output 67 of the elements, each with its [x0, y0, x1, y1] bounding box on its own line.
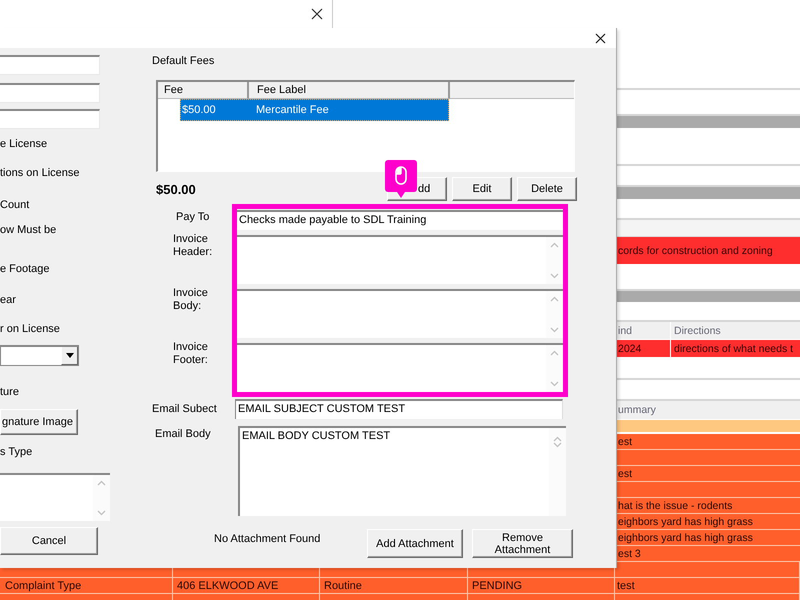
field-label: e License [0, 137, 48, 151]
field-label: e Footage [0, 262, 50, 276]
text-field[interactable] [0, 109, 100, 129]
table-cell-text: cords for construction and zoning [617, 244, 773, 258]
field-label: ow Must be [0, 223, 56, 237]
field-label: Count [0, 198, 30, 212]
chevron-down-icon [550, 273, 559, 279]
table-cell-text: est 3 [617, 546, 641, 561]
table-cell-text: hat is the issue - rodents [617, 498, 732, 513]
chevron-down-icon [553, 442, 562, 448]
chevron-down-icon [550, 327, 559, 333]
close-icon [311, 8, 323, 20]
dropdown[interactable] [0, 345, 79, 366]
chevron-up-icon [550, 242, 559, 248]
table-cell: PENDING [472, 580, 522, 592]
table-cell-text: eighbors yard has high grass [617, 514, 753, 529]
button[interactable]: Add Attachment [367, 529, 463, 558]
table-cell-text: est [617, 434, 632, 449]
field-label: tions on License [0, 166, 80, 180]
field-label: Invoice Header: [173, 233, 213, 260]
close-button[interactable] [594, 32, 607, 44]
text-field[interactable]: Checks made payable to SDL Training [237, 210, 563, 230]
text-area[interactable] [237, 289, 563, 338]
chevron-up-icon [550, 296, 559, 302]
button[interactable]: Remove Attachment [472, 529, 573, 558]
field-label: Pay To [175, 211, 210, 225]
chevron-down-icon [97, 510, 106, 516]
button[interactable]: Cancel [0, 527, 98, 555]
text-field[interactable] [0, 83, 100, 103]
field-label: Invoice Footer: [173, 341, 209, 368]
status-text: No Attachment Found [214, 533, 322, 545]
field-label: Email Subect [152, 403, 218, 415]
field-label: ear [0, 293, 16, 307]
section-title: Default Fees [152, 54, 214, 68]
text-area[interactable] [0, 473, 110, 521]
table-cell-text: eighbors yard has high grass [617, 530, 753, 545]
chevron-up-icon [553, 436, 562, 442]
field-label: s Type [0, 445, 32, 459]
text-area[interactable] [237, 343, 563, 392]
dropdown-arrow-icon [66, 353, 74, 358]
button[interactable]: Delete [517, 177, 577, 201]
text-area[interactable]: EMAIL BODY CUSTOM TEST [238, 426, 566, 516]
button[interactable]: gnature Image [0, 409, 78, 435]
table-cell: Complaint Type [5, 580, 82, 592]
column-header: Directions [670, 322, 800, 339]
column-header: ummary [617, 403, 656, 418]
table-cell: Routine [324, 580, 362, 592]
field-label: ture [0, 385, 19, 399]
chevron-down-icon [550, 381, 559, 387]
total-amount: $50.00 [156, 182, 196, 196]
chevron-up-icon [550, 350, 559, 356]
table-cell-text: 2024 [617, 342, 642, 356]
table-cell-text: est [617, 466, 632, 481]
text-field[interactable] [0, 55, 100, 75]
close-icon [595, 32, 606, 44]
field-label: Invoice Body: [173, 287, 209, 314]
table-cell: test [617, 580, 635, 592]
text-field[interactable]: EMAIL SUBJECT CUSTOM TEST [235, 399, 563, 419]
text-area[interactable] [237, 235, 563, 284]
column-header: ind [617, 324, 634, 338]
chevron-up-icon [97, 480, 106, 486]
field-label: r on License [0, 322, 60, 336]
table-cell: 406 ELKWOOD AVE [177, 580, 278, 592]
list-row[interactable]: $50.00 Mercantile Fee [180, 99, 449, 121]
table-cell: directions of what needs t [670, 340, 800, 357]
button[interactable]: Edit [452, 177, 512, 201]
field-label: Email Body [154, 427, 212, 440]
